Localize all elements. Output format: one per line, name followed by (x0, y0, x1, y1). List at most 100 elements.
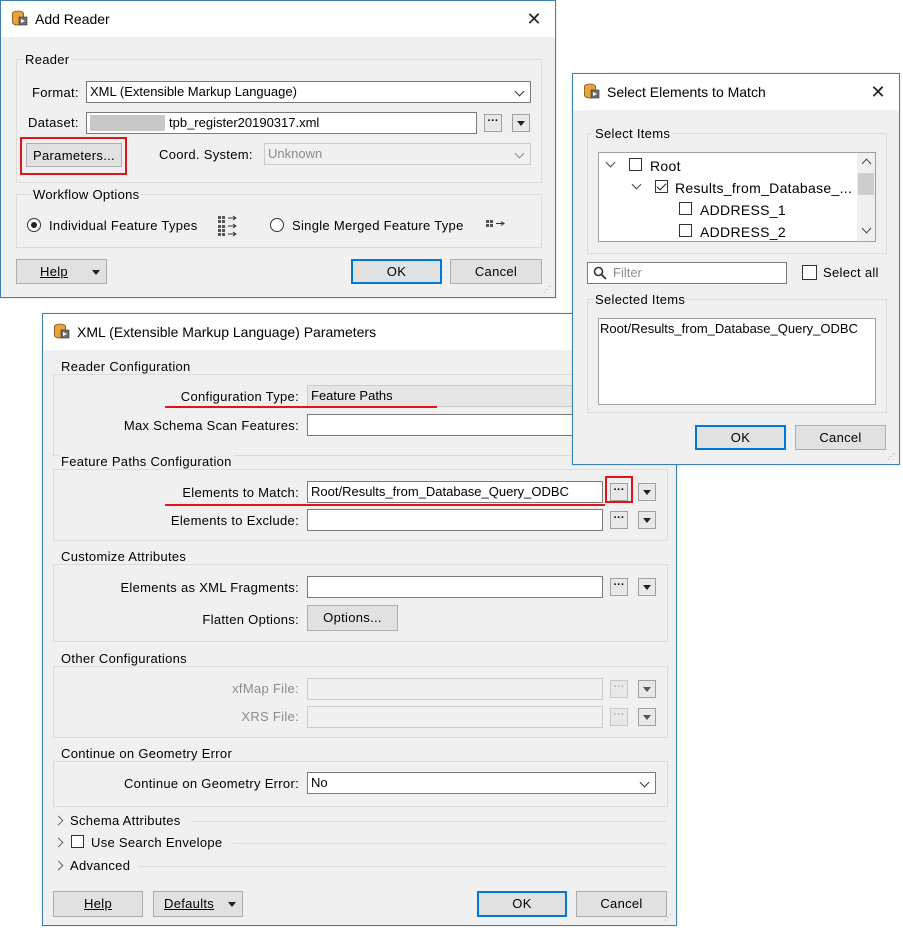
schema-attributes-label[interactable]: Schema Attributes (70, 813, 181, 828)
format-select[interactable]: XML (Extensible Markup Language) (86, 81, 531, 103)
coord-system-label: Coord. System: (159, 147, 253, 162)
params-help-label: Help (84, 896, 112, 911)
dataset-label: Dataset: (28, 115, 79, 130)
xfmap-browse-button[interactable]: ··· (610, 680, 628, 698)
feature-paths-title: Feature Paths Configuration (59, 454, 234, 469)
use-search-envelope-checkbox[interactable] (71, 835, 84, 848)
coord-system-select[interactable]: Unknown (264, 143, 531, 165)
search-icon (593, 266, 607, 280)
filter-input[interactable]: Filter (587, 262, 787, 284)
tree-item-address-1[interactable]: ADDRESS_1 (700, 202, 786, 218)
individual-feature-types-label[interactable]: Individual Feature Types (49, 218, 198, 233)
elements-exclude-browse-button[interactable]: ··· (610, 511, 628, 529)
tree-scrollbar[interactable] (857, 153, 875, 241)
select-all-checkbox[interactable] (802, 265, 817, 280)
elements-match-dropdown-button[interactable] (638, 483, 656, 501)
config-type-underline (165, 406, 437, 408)
select-elements-cancel-button[interactable]: Cancel (795, 425, 886, 450)
close-icon[interactable]: ✕ (523, 8, 545, 30)
select-items-title: Select Items (593, 126, 673, 141)
geometry-error-select[interactable]: No (307, 772, 656, 794)
tree-item-results[interactable]: Results_from_Database_... (675, 180, 852, 196)
fme-reader-icon (584, 83, 600, 99)
scroll-up-icon[interactable] (861, 158, 872, 169)
filter-placeholder: Filter (613, 265, 642, 280)
elements-exclude-input[interactable] (307, 509, 603, 531)
xfmap-file-label: xfMap File: (232, 681, 299, 696)
scroll-thumb[interactable] (858, 173, 874, 195)
max-schema-scan-label: Max Schema Scan Features: (123, 418, 299, 433)
help-label: Help (40, 264, 68, 279)
dataset-browse-button[interactable]: ··· (484, 114, 502, 132)
elements-match-label: Elements to Match: (182, 485, 299, 500)
tree-item-root[interactable]: Root (650, 158, 681, 174)
help-dropdown-arrow (92, 270, 100, 275)
advanced-chevron-icon[interactable] (53, 860, 64, 871)
fme-reader-icon (54, 323, 70, 339)
select-all-label[interactable]: Select all (823, 265, 879, 280)
element-tree[interactable]: Root Results_from_Database_... ADDRESS_1… (598, 152, 876, 242)
schema-attributes-chevron-icon[interactable] (53, 815, 64, 826)
advanced-label[interactable]: Advanced (70, 858, 130, 873)
xrs-file-input[interactable] (307, 706, 603, 728)
elements-exclude-label: Elements to Exclude: (170, 513, 299, 528)
select-elements-title: Select Elements to Match (607, 84, 766, 100)
max-schema-scan-input[interactable] (307, 414, 577, 436)
xfmap-file-input[interactable] (307, 678, 603, 700)
defaults-label: Defaults (164, 896, 215, 911)
elements-match-browse-highlight (605, 476, 633, 503)
add-reader-titlebar: Add Reader ✕ (1, 1, 555, 37)
params-defaults-button[interactable]: Defaults (153, 891, 243, 917)
single-merged-feature-type-radio[interactable] (270, 218, 284, 232)
dataset-dropdown-button[interactable] (512, 114, 530, 132)
resize-grip-icon[interactable]: ⋰ (664, 913, 674, 923)
individual-feature-types-radio[interactable] (27, 218, 41, 232)
dataset-input[interactable]: tpb_register20190317.xml (86, 112, 477, 134)
selected-items-list[interactable]: Root/Results_from_Database_Query_ODBC (598, 318, 876, 405)
resize-grip-icon[interactable]: ⋰ (543, 285, 553, 295)
config-type-select[interactable]: Feature Paths (307, 385, 577, 407)
single-merged-feature-type-label[interactable]: Single Merged Feature Type (292, 218, 464, 233)
root-expand-icon[interactable] (605, 157, 616, 168)
schema-attributes-divider (193, 821, 666, 822)
xml-fragments-browse-button[interactable]: ··· (610, 578, 628, 596)
add-reader-dialog: Add Reader ✕ Reader Format: XML (Extensi… (0, 0, 556, 298)
select-elements-ok-button[interactable]: OK (695, 425, 786, 450)
add-reader-cancel-button[interactable]: Cancel (450, 259, 542, 284)
xml-fragments-dropdown-button[interactable] (638, 578, 656, 596)
tree-item-address-2[interactable]: ADDRESS_2 (700, 224, 786, 240)
defaults-dropdown-arrow (228, 902, 236, 907)
other-config-title: Other Configurations (59, 651, 189, 666)
dataset-value: tpb_register20190317.xml (169, 115, 320, 130)
root-checkbox[interactable] (629, 158, 642, 171)
results-expand-icon[interactable] (631, 179, 642, 190)
add-reader-help-button[interactable]: Help (16, 259, 107, 284)
resize-grip-icon[interactable]: ⋰ (887, 452, 897, 462)
xml-fragments-input[interactable] (307, 576, 603, 598)
xrs-browse-button[interactable]: ··· (610, 708, 628, 726)
flatten-options-button[interactable]: Options... (307, 605, 398, 631)
xrs-dropdown-button[interactable] (638, 708, 656, 726)
selected-item[interactable]: Root/Results_from_Database_Query_ODBC (600, 321, 858, 336)
parameters-highlight (20, 137, 127, 175)
individual-feature-types-icon (218, 215, 237, 237)
params-cancel-button[interactable]: Cancel (576, 891, 667, 917)
search-envelope-divider (233, 843, 666, 844)
params-help-button[interactable]: Help (53, 891, 143, 917)
address2-checkbox[interactable] (679, 224, 692, 237)
results-checkbox[interactable] (655, 180, 668, 193)
elements-exclude-dropdown-button[interactable] (638, 511, 656, 529)
reader-config-title: Reader Configuration (59, 359, 193, 374)
search-envelope-chevron-icon[interactable] (53, 837, 64, 848)
add-reader-ok-button[interactable]: OK (351, 259, 442, 284)
params-ok-button[interactable]: OK (477, 891, 567, 917)
close-icon[interactable]: ✕ (867, 81, 889, 103)
xfmap-dropdown-button[interactable] (638, 680, 656, 698)
elements-match-input[interactable]: Root/Results_from_Database_Query_ODBC (307, 481, 603, 503)
scroll-down-icon[interactable] (861, 223, 872, 234)
advanced-divider (138, 866, 666, 867)
workflow-options-title: Workflow Options (31, 187, 142, 202)
add-reader-title: Add Reader (35, 11, 110, 27)
address1-checkbox[interactable] (679, 202, 692, 215)
use-search-envelope-label[interactable]: Use Search Envelope (91, 835, 222, 850)
